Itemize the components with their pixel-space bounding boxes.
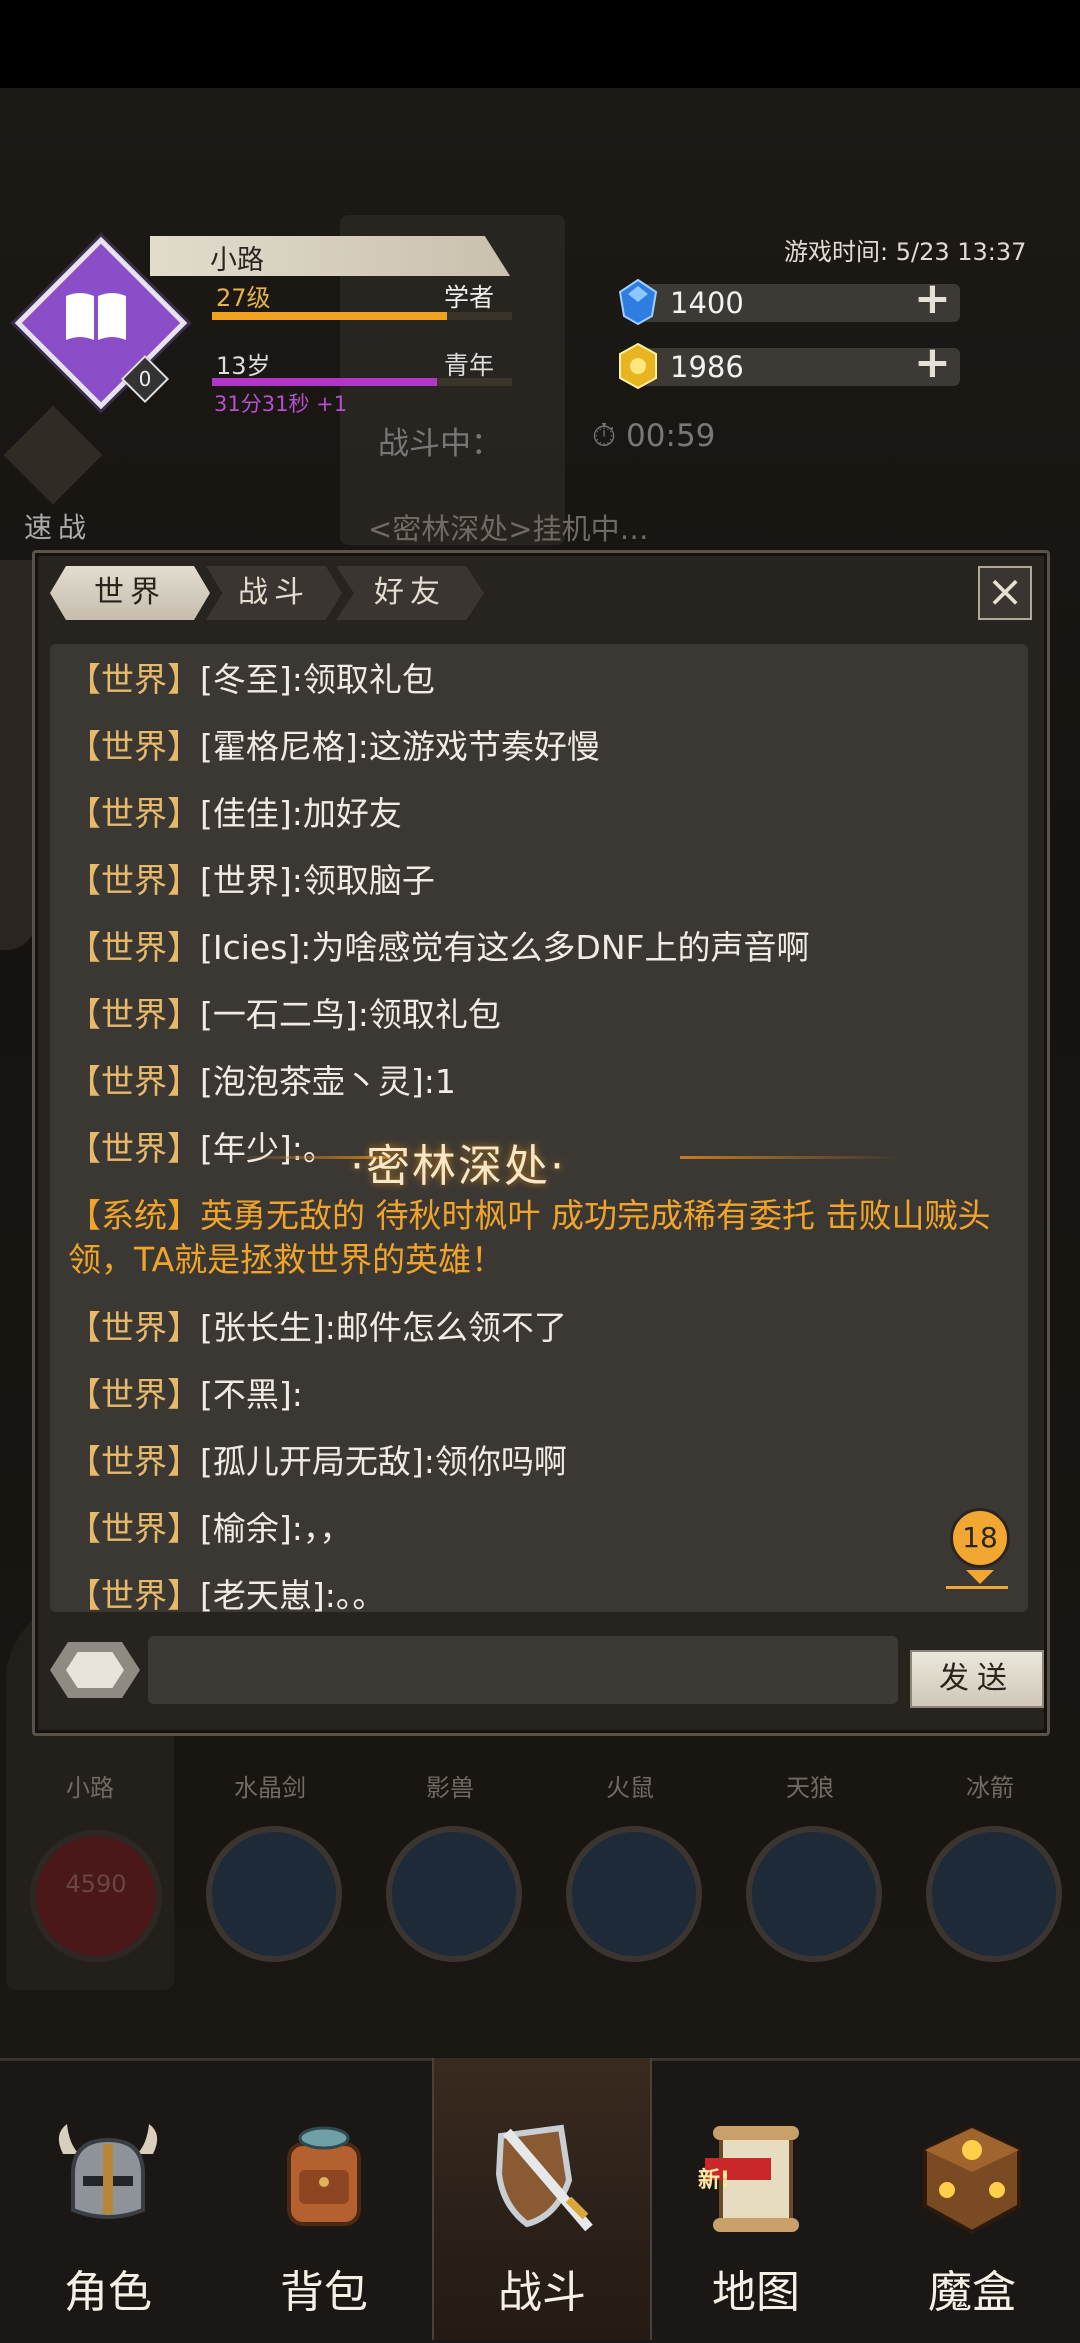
chat-message: 【世界】[榆余]:，， [68, 1509, 353, 1548]
send-button[interactable]: 发送 [910, 1650, 1044, 1708]
gold-count: 1986 [670, 350, 744, 384]
chat-message: 【世界】[冬至]:领取礼包 [68, 660, 435, 699]
book-icon [56, 276, 136, 356]
chat-message: 【世界】[一石二鸟]:领取礼包 [68, 995, 501, 1034]
skill-label-shadow-beast: 影兽 [426, 1774, 474, 1802]
player-age: 13岁 [216, 352, 271, 380]
nav-label-battle: 战斗 [498, 2267, 586, 2318]
battle-status: 战斗中： [378, 426, 502, 462]
player-title: 学者 [444, 283, 495, 312]
speed-battle-label: 速战 [24, 511, 93, 544]
nav-item-map[interactable]: 新! 地图 [648, 2058, 864, 2340]
chat-message: 【世界】[佳佳]:加好友 [68, 794, 402, 833]
nav-label-character: 角色 [64, 2267, 152, 2318]
tab-battle[interactable]: 战斗 [206, 566, 342, 620]
nav-label-map: 地图 [712, 2267, 800, 2318]
player-skill-name: 小路 [66, 1774, 114, 1802]
age-timer-bonus: +1 [316, 392, 348, 416]
chat-message: 【世界】[世界]:领取脑子 [68, 861, 435, 900]
area-banner: ·密林深处· [350, 1141, 566, 1192]
add-gems-button[interactable]: + [914, 277, 951, 321]
life-stage: 青年 [444, 351, 495, 380]
nav-item-battle[interactable]: 战斗 [432, 2058, 652, 2340]
gem-count: 1400 [670, 286, 744, 320]
name-plate [150, 236, 510, 276]
game-time: 游戏时间: 5/23 13:37 [784, 238, 1027, 266]
chat-message: 【世界】[Icies]:为啥感觉有这么多DNF上的声音啊 [68, 928, 810, 967]
crystal-sword-icon[interactable] [206, 1826, 342, 1962]
chat-message: 【世界】[孤儿开局无敌]:领你吗啊 [68, 1442, 567, 1481]
tab-world[interactable]: 世界 [50, 566, 210, 620]
emoji-icon [66, 1652, 124, 1688]
skill-label-ice-arrow: 冰箭 [966, 1774, 1014, 1802]
player-hp: 4590 [65, 1870, 127, 1898]
status-bar [0, 0, 1080, 88]
helmet-icon [43, 2114, 173, 2244]
player-name: 小路 [210, 245, 264, 276]
banner-line-right [680, 1156, 900, 1159]
age-progress-fill [212, 378, 437, 386]
fire-rat-icon[interactable] [566, 1826, 702, 1962]
nav-item-backpack[interactable]: 背包 [216, 2058, 432, 2340]
nav-item-character[interactable]: 角色 [0, 2058, 216, 2340]
blue-gem-icon [616, 278, 660, 326]
sky-wolf-icon[interactable] [746, 1826, 882, 1962]
unread-count-badge[interactable]: 18 [950, 1508, 1010, 1568]
afk-status: <密林深处>挂机中… [368, 512, 649, 546]
ice-arrow-icon[interactable] [926, 1826, 1062, 1962]
player-level: 27级 [216, 284, 271, 312]
skill-label-fire-rat: 火鼠 [606, 1774, 654, 1802]
nav-label-magic-box: 魔盒 [928, 2267, 1016, 2318]
gold-coin-icon [616, 342, 660, 390]
system-message: 【系统】英勇无敌的 待秋时枫叶 成功完成稀有委托 击败山贼头领，TA就是拯救世界… [68, 1196, 991, 1279]
nav-label-backpack: 背包 [280, 2267, 368, 2318]
tab-friends[interactable]: 好友 [336, 566, 484, 620]
add-gold-button[interactable]: + [914, 341, 951, 385]
background-panel [0, 560, 36, 950]
sword-shield-icon [477, 2110, 607, 2240]
chat-message: 【世界】[霍格尼格]:这游戏节奏好慢 [68, 727, 600, 766]
chat-message: 【世界】[不黑]: [68, 1375, 303, 1414]
age-timer: 31分31秒 +1 [214, 392, 348, 416]
level-progress-fill [212, 312, 447, 320]
battle-timer: ⏱ 00:59 [592, 418, 716, 454]
scroll-down-line [946, 1586, 1008, 1589]
nav-item-magic-box[interactable]: 魔盒 [864, 2058, 1080, 2340]
chat-message-list[interactable]: 【世界】[冬至]:领取礼包 【世界】[霍格尼格]:这游戏节奏好慢 【世界】[佳佳… [50, 644, 1028, 1612]
chat-input[interactable] [148, 1636, 898, 1704]
badge-count: 0 [138, 367, 152, 391]
chat-message: 【世界】[泡泡茶壶丶灵]:1 [68, 1062, 456, 1101]
chat-message: 【世界】[张长生]:邮件怎么领不了 [68, 1308, 567, 1347]
magic-box-icon [907, 2114, 1037, 2244]
close-icon[interactable]: × [978, 566, 1032, 620]
chat-message: 【世界】[老天崽]:。。 [68, 1576, 386, 1612]
backpack-icon [259, 2114, 389, 2244]
skill-label-sky-wolf: 天狼 [786, 1774, 834, 1802]
scroll-down-icon[interactable] [966, 1570, 994, 1584]
shadow-beast-icon[interactable] [386, 1826, 522, 1962]
new-badge: 新! [698, 2168, 731, 2193]
skill-label-crystal-sword: 水晶剑 [234, 1774, 306, 1802]
